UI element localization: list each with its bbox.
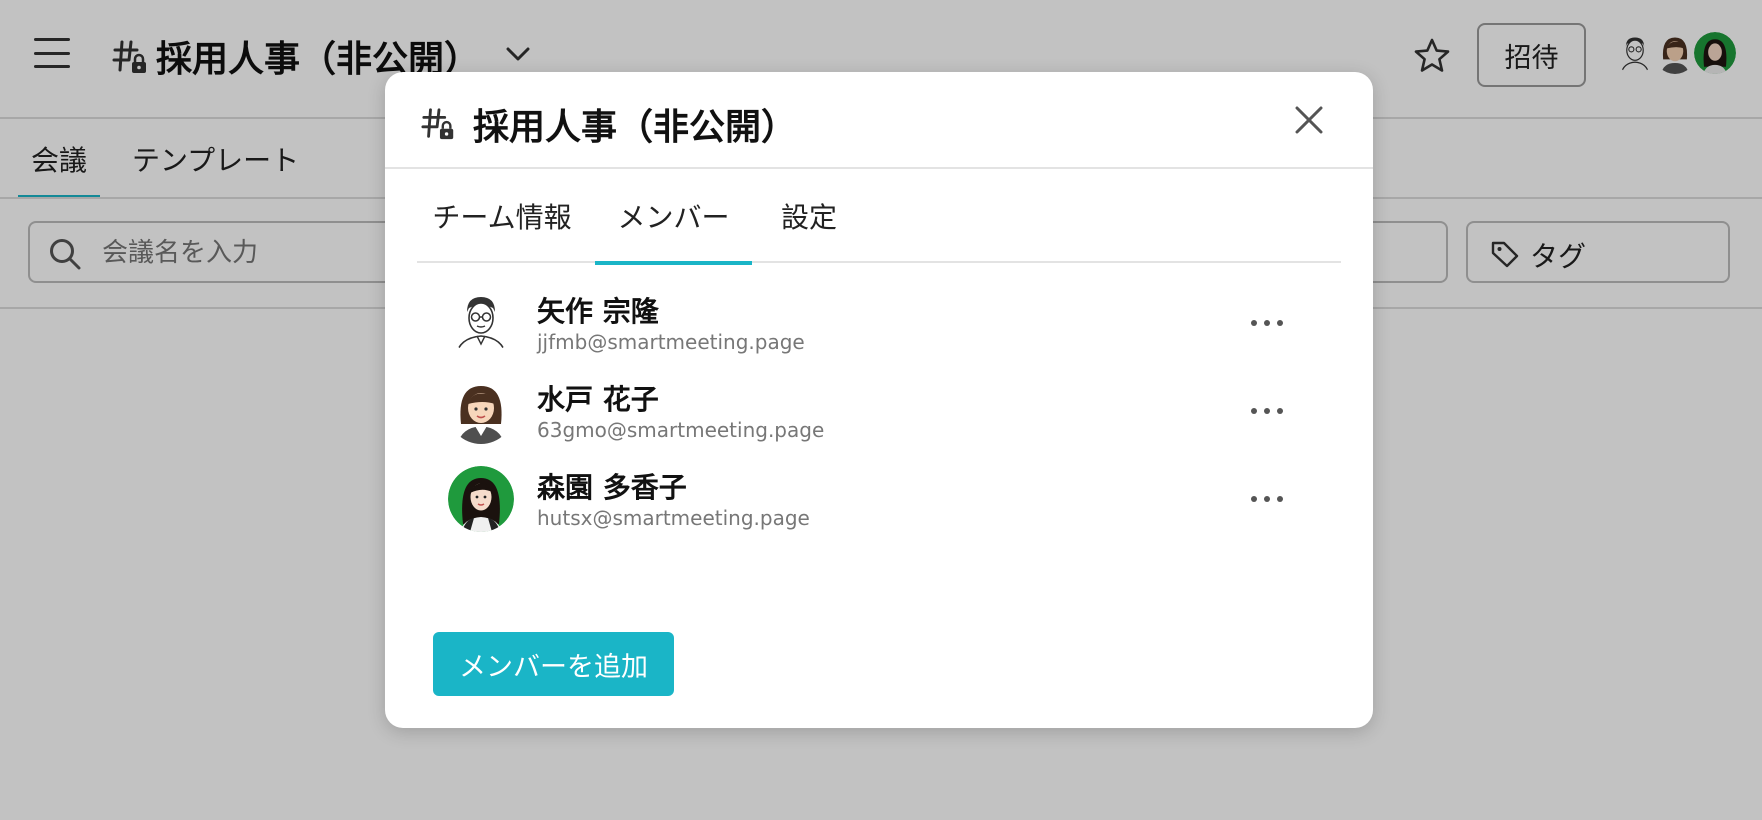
more-horizontal-icon[interactable] (1245, 308, 1289, 338)
tab-settings[interactable]: 設定 (773, 169, 845, 263)
avatar (448, 466, 514, 532)
more-horizontal-icon[interactable] (1245, 396, 1289, 426)
add-member-button[interactable]: メンバーを追加 (433, 632, 674, 696)
dialog-tabs: チーム情報 メンバー 設定 (417, 169, 1341, 265)
member-name: 矢作 宗隆 (537, 295, 659, 328)
member-email: 63gmo@smartmeeting.page (537, 418, 825, 442)
avatar (448, 378, 514, 444)
member-row: 水戸 花子 63gmo@smartmeeting.page (385, 370, 1373, 458)
tab-team-info[interactable]: チーム情報 (427, 169, 577, 263)
avatar (448, 290, 514, 356)
member-row: 矢作 宗隆 jjfmb@smartmeeting.page (385, 282, 1373, 370)
member-name: 水戸 花子 (537, 383, 659, 416)
member-email: hutsx@smartmeeting.page (537, 506, 810, 530)
close-icon[interactable] (1289, 100, 1329, 140)
member-row: 森園 多香子 hutsx@smartmeeting.page (385, 458, 1373, 546)
tab-members[interactable]: メンバー (595, 169, 752, 265)
member-name: 森園 多香子 (537, 471, 687, 504)
dialog-header: 採用人事（非公開） (385, 72, 1373, 169)
member-email: jjfmb@smartmeeting.page (537, 330, 805, 354)
dialog-title: 採用人事（非公開） (473, 107, 798, 148)
private-channel-icon (421, 108, 454, 140)
team-members-dialog: 採用人事（非公開） チーム情報 メンバー 設定 矢作 宗隆 jjfmb@smar… (385, 72, 1373, 728)
more-horizontal-icon[interactable] (1245, 484, 1289, 514)
